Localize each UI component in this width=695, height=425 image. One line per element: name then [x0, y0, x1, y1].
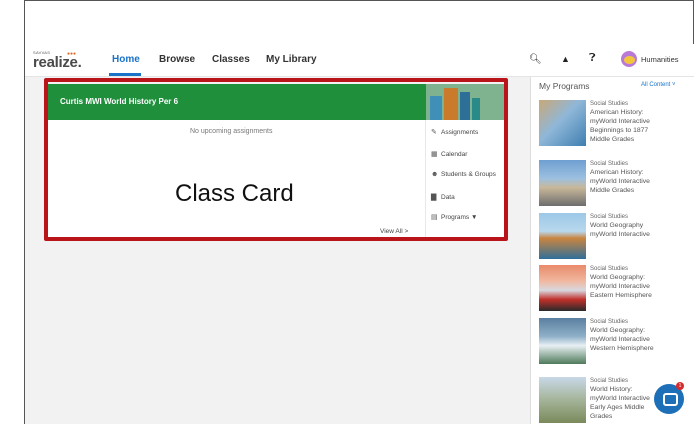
program-subject: Social Studies [590, 101, 629, 107]
search-icon[interactable]: 🔍︎ [529, 54, 542, 65]
realize-logo[interactable]: SAVVAS ●●● realize. [33, 50, 82, 72]
class-card-highlight [44, 78, 508, 241]
program-title-line: World Geography: [590, 273, 646, 281]
program-title-line: Western Hemisphere [590, 344, 654, 352]
program-item[interactable]: Social Studies American History: myWorld … [539, 160, 689, 208]
nav-my-library[interactable]: My Library [266, 54, 317, 65]
active-tab-indicator [109, 73, 141, 76]
logo-name: realize. [33, 54, 82, 71]
top-nav: SAVVAS ●●● realize. Home Browse Classes … [25, 44, 694, 77]
program-thumbnail [539, 318, 586, 364]
program-thumbnail [539, 100, 586, 146]
program-title-line: Middle Grades [590, 135, 635, 143]
nav-browse[interactable]: Browse [159, 54, 195, 65]
program-thumbnail [539, 160, 586, 206]
program-title-line: myWorld Interactive [590, 230, 650, 238]
notification-bell-icon[interactable]: ▲ [561, 54, 570, 64]
program-item[interactable]: Social Studies World Geography: myWorld I… [539, 265, 689, 313]
program-title-line: myWorld Interactive [590, 282, 650, 290]
program-title-line: American History: [590, 108, 644, 116]
program-subject: Social Studies [590, 266, 629, 272]
program-thumbnail [539, 265, 586, 311]
program-item[interactable]: Social Studies American History: myWorld … [539, 100, 689, 148]
program-subject: Social Studies [590, 319, 629, 325]
my-programs-title: My Programs [539, 81, 590, 91]
nav-home[interactable]: Home [112, 54, 140, 65]
program-thumbnail [539, 377, 586, 423]
program-title-line: Grades [590, 412, 613, 420]
program-title-line: myWorld Interactive [590, 117, 650, 125]
nav-classes[interactable]: Classes [212, 54, 250, 65]
program-item[interactable]: Social Studies World Geography: myWorld I… [539, 318, 689, 366]
program-subject: Social Studies [590, 214, 629, 220]
program-item[interactable]: Social Studies World Geography myWorld In… [539, 213, 689, 261]
program-subject: Social Studies [590, 161, 629, 167]
program-title-line: American History: [590, 168, 644, 176]
program-title-line: World Geography: [590, 326, 646, 334]
program-title-line: Eastern Hemisphere [590, 291, 652, 299]
avatar[interactable] [621, 51, 637, 67]
program-title-line: myWorld Interactive [590, 335, 650, 343]
program-thumbnail [539, 213, 586, 259]
program-title-line: Beginnings to 1877 [590, 126, 649, 134]
user-name[interactable]: Humanities [641, 55, 679, 64]
program-title-line: myWorld Interactive [590, 177, 650, 185]
program-title-line: World Geography [590, 221, 644, 229]
program-title-line: Middle Grades [590, 186, 635, 194]
chat-badge: 1 [676, 382, 684, 390]
help-icon[interactable]: ❓︎ [589, 52, 596, 65]
all-content-link[interactable]: All Content ˅ [641, 82, 676, 88]
